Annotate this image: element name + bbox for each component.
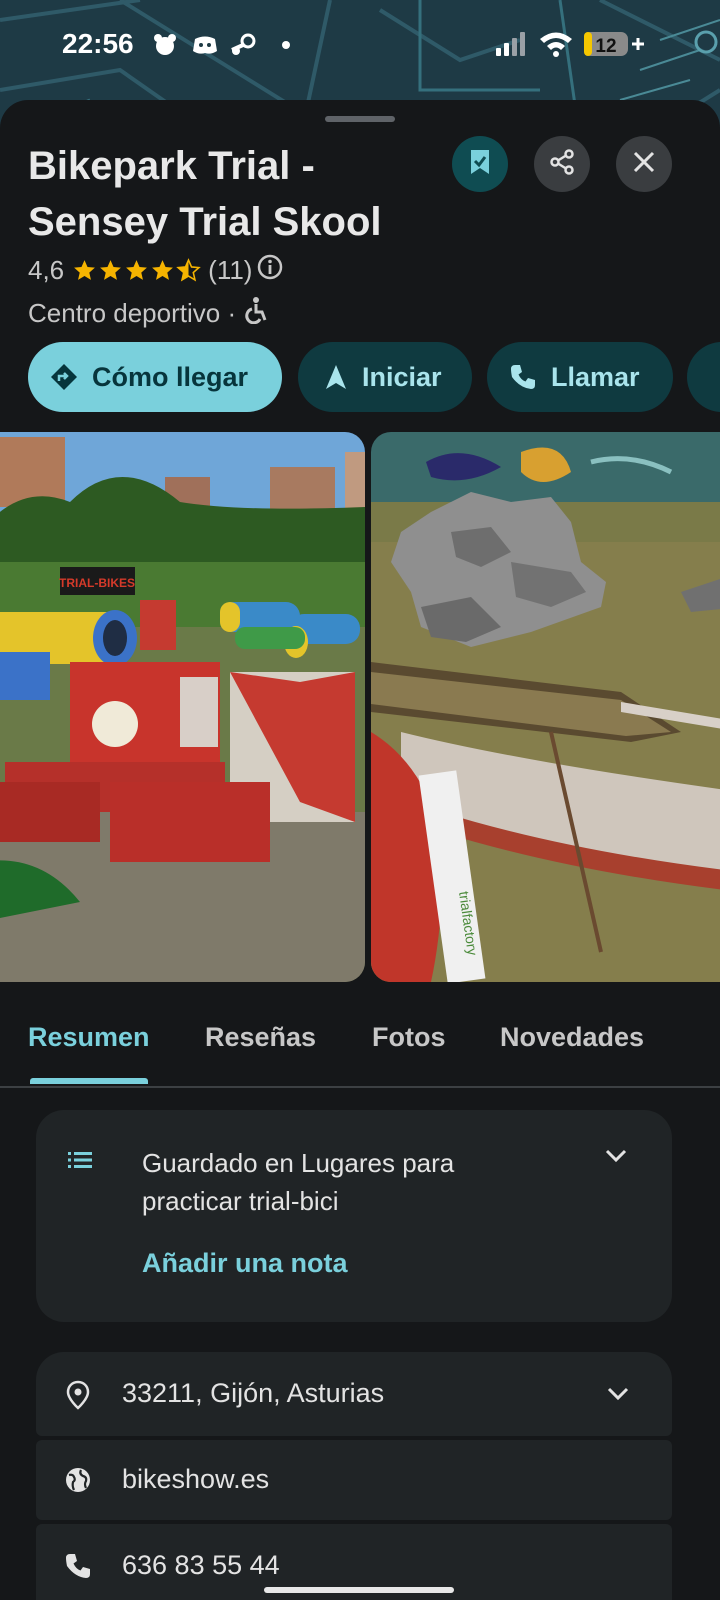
action-buttons: Cómo llegar Iniciar Llamar bbox=[28, 342, 720, 412]
signal-icon bbox=[494, 30, 530, 63]
saved-list-card[interactable]: Guardado en Lugares para practicar trial… bbox=[36, 1110, 672, 1322]
share-button[interactable] bbox=[534, 136, 590, 192]
home-gesture-bar[interactable] bbox=[264, 1587, 454, 1593]
start-navigation-button[interactable]: Iniciar bbox=[298, 342, 472, 412]
star-half-icon bbox=[176, 257, 201, 281]
rating-row[interactable]: 4,6 (11) bbox=[28, 252, 284, 288]
website-text[interactable]: bikeshow.es bbox=[122, 1464, 269, 1495]
active-tab-indicator bbox=[30, 1078, 148, 1084]
place-tabs: Resumen Reseñas Fotos Novedades bbox=[0, 984, 720, 1088]
tab-resumen[interactable]: Resumen bbox=[28, 1022, 150, 1053]
list-icon bbox=[68, 1150, 94, 1175]
globe-icon bbox=[64, 1466, 92, 1499]
star-full-icon bbox=[100, 259, 122, 280]
review-count: (11) bbox=[208, 254, 253, 285]
category-row: Centro deportivo · bbox=[28, 296, 268, 331]
chevron-down-icon[interactable] bbox=[606, 1386, 630, 1407]
star-full-icon bbox=[152, 259, 174, 280]
place-title-line-1: Bikepark Trial - bbox=[28, 144, 315, 188]
place-photo-2[interactable]: trialfactory bbox=[371, 432, 720, 982]
directions-label: Cómo llegar bbox=[92, 361, 249, 392]
battery-level: 12 bbox=[595, 36, 616, 57]
info-icon[interactable] bbox=[256, 253, 284, 288]
navigation-arrow-icon bbox=[324, 363, 348, 391]
trial-bikes-sign: TRIAL-BIKES bbox=[59, 576, 135, 590]
bookmark-saved-icon bbox=[467, 148, 493, 181]
tab-fotos[interactable]: Fotos bbox=[372, 1022, 446, 1053]
location-pin-icon bbox=[66, 1380, 90, 1415]
status-time: 22:56 bbox=[62, 28, 134, 59]
wifi-icon bbox=[538, 30, 574, 63]
more-notifications-dot-icon bbox=[280, 38, 292, 56]
tab-resenas[interactable]: Reseñas bbox=[205, 1022, 316, 1053]
discord-icon bbox=[190, 30, 220, 65]
directions-icon bbox=[50, 363, 78, 391]
share-icon bbox=[548, 148, 576, 181]
notification-app-icon bbox=[150, 30, 180, 65]
star-full-icon bbox=[126, 259, 148, 280]
saved-line-2: practicar trial-bici bbox=[142, 1186, 339, 1216]
wheelchair-accessible-icon bbox=[244, 296, 268, 331]
place-photo-1[interactable]: TRIAL-BIKES bbox=[0, 432, 365, 982]
photo-carousel[interactable]: TRIAL-BIKES trialfactory bbox=[0, 432, 720, 982]
chevron-down-icon[interactable] bbox=[604, 1148, 628, 1169]
battery-icon: 12 bbox=[582, 28, 646, 65]
category-label: Centro deportivo · bbox=[28, 298, 237, 328]
place-title: Bikepark Trial - Sensey Trial Skool bbox=[28, 138, 448, 250]
add-note-link[interactable]: Añadir una nota bbox=[142, 1248, 348, 1279]
close-button[interactable] bbox=[616, 136, 672, 192]
address-text: 33211, Gijón, Asturias bbox=[122, 1378, 385, 1408]
website-row[interactable]: bikeshow.es bbox=[36, 1440, 672, 1520]
call-button[interactable]: Llamar bbox=[487, 342, 673, 412]
rating-value: 4,6 bbox=[28, 254, 65, 285]
place-title-line-2: Sensey Trial Skool bbox=[28, 200, 382, 244]
call-label: Llamar bbox=[551, 361, 640, 392]
saved-line-1: Guardado en Lugares para bbox=[142, 1148, 455, 1178]
close-icon bbox=[632, 150, 656, 179]
more-actions-button[interactable] bbox=[687, 342, 720, 412]
drag-handle[interactable] bbox=[325, 116, 395, 122]
phone-icon bbox=[509, 363, 537, 391]
phone-icon bbox=[64, 1552, 92, 1585]
phone-text[interactable]: 636 83 55 44 bbox=[122, 1550, 280, 1581]
status-bar: 22:56 12 bbox=[0, 0, 720, 92]
directions-button[interactable]: Cómo llegar bbox=[28, 342, 282, 412]
place-details-sheet: Bikepark Trial - Sensey Trial Skool 4,6 … bbox=[0, 100, 720, 1600]
save-button[interactable] bbox=[452, 136, 508, 192]
rating-stars bbox=[72, 257, 202, 283]
saved-in-lists-text: Guardado en Lugares para practicar trial… bbox=[142, 1144, 562, 1220]
start-label: Iniciar bbox=[362, 361, 442, 392]
address-row[interactable]: 33211, Gijón, Asturias bbox=[36, 1352, 672, 1436]
star-full-icon bbox=[74, 259, 96, 280]
tab-novedades[interactable]: Novedades bbox=[500, 1022, 644, 1053]
steam-icon bbox=[228, 30, 258, 65]
